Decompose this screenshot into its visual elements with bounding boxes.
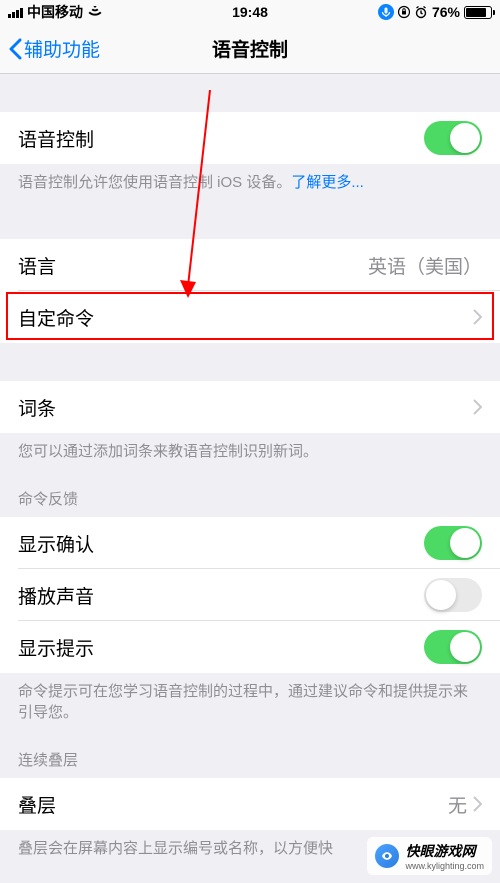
battery-icon <box>464 6 492 19</box>
section-vocab: 词条 <box>0 381 500 433</box>
nav-bar: 辅助功能 语音控制 <box>0 24 500 74</box>
watermark-text: 快眼游戏网 www.kylighting.com <box>405 841 484 871</box>
show-confirm-label: 显示确认 <box>18 530 94 557</box>
wifi-icon <box>87 6 103 18</box>
chevron-left-icon <box>8 38 22 60</box>
back-label: 辅助功能 <box>24 35 100 62</box>
lock-icon <box>398 5 410 19</box>
overlay-label: 叠层 <box>18 791 56 818</box>
alarm-icon <box>414 5 428 19</box>
chevron-right-icon <box>473 309 482 325</box>
mic-status-icon <box>378 4 394 20</box>
play-sound-label: 播放声音 <box>18 582 94 609</box>
show-confirm-toggle[interactable] <box>424 526 482 560</box>
row-show-hints[interactable]: 显示提示 <box>0 621 500 673</box>
overlay-value: 无 <box>448 791 467 818</box>
row-vocab[interactable]: 词条 <box>0 381 500 433</box>
row-overlay[interactable]: 叠层 无 <box>0 778 500 830</box>
status-bar: 中国移动 19:48 76% <box>0 0 500 24</box>
section-language: 语言 英语（美国） 自定命令 <box>0 239 500 343</box>
show-hints-toggle[interactable] <box>424 630 482 664</box>
custom-commands-label: 自定命令 <box>18 304 94 331</box>
language-value: 英语（美国） <box>368 252 482 279</box>
status-right: 76% <box>378 4 492 20</box>
voice-control-toggle[interactable] <box>424 121 482 155</box>
carrier-label: 中国移动 <box>27 2 83 22</box>
language-label: 语言 <box>18 252 56 279</box>
voice-control-label: 语音控制 <box>18 125 94 152</box>
page-title: 语音控制 <box>212 35 288 62</box>
section-voice-control: 语音控制 <box>0 112 500 164</box>
overlay-header: 连续叠层 <box>0 731 500 778</box>
vocab-footer: 您可以通过添加词条来教语音控制识别新词。 <box>0 433 500 470</box>
row-voice-control[interactable]: 语音控制 <box>0 112 500 164</box>
play-sound-toggle[interactable] <box>424 578 482 612</box>
row-custom-commands[interactable]: 自定命令 <box>0 291 500 343</box>
learn-more-link[interactable]: 了解更多... <box>291 174 364 191</box>
section-overlay: 叠层 无 <box>0 778 500 830</box>
section-feedback: 显示确认 播放声音 显示提示 <box>0 517 500 673</box>
watermark: 快眼游戏网 www.kylighting.com <box>367 837 492 875</box>
vocab-label: 词条 <box>18 394 56 421</box>
feedback-footer: 命令提示可在您学习语音控制的过程中，通过建议命令和提供提示来引导您。 <box>0 673 500 731</box>
status-time: 19:48 <box>232 4 268 20</box>
show-hints-label: 显示提示 <box>18 634 94 661</box>
back-button[interactable]: 辅助功能 <box>8 35 100 62</box>
watermark-logo-icon <box>375 844 399 868</box>
chevron-right-icon <box>473 796 482 812</box>
voice-control-footer: 语音控制允许您使用语音控制 iOS 设备。了解更多... <box>0 164 500 201</box>
signal-icon <box>8 6 23 18</box>
row-language[interactable]: 语言 英语（美国） <box>0 239 500 291</box>
status-left: 中国移动 <box>8 2 103 22</box>
feedback-header: 命令反馈 <box>0 470 500 517</box>
row-play-sound[interactable]: 播放声音 <box>0 569 500 621</box>
row-show-confirm[interactable]: 显示确认 <box>0 517 500 569</box>
chevron-right-icon <box>473 399 482 415</box>
battery-pct: 76% <box>432 4 460 20</box>
